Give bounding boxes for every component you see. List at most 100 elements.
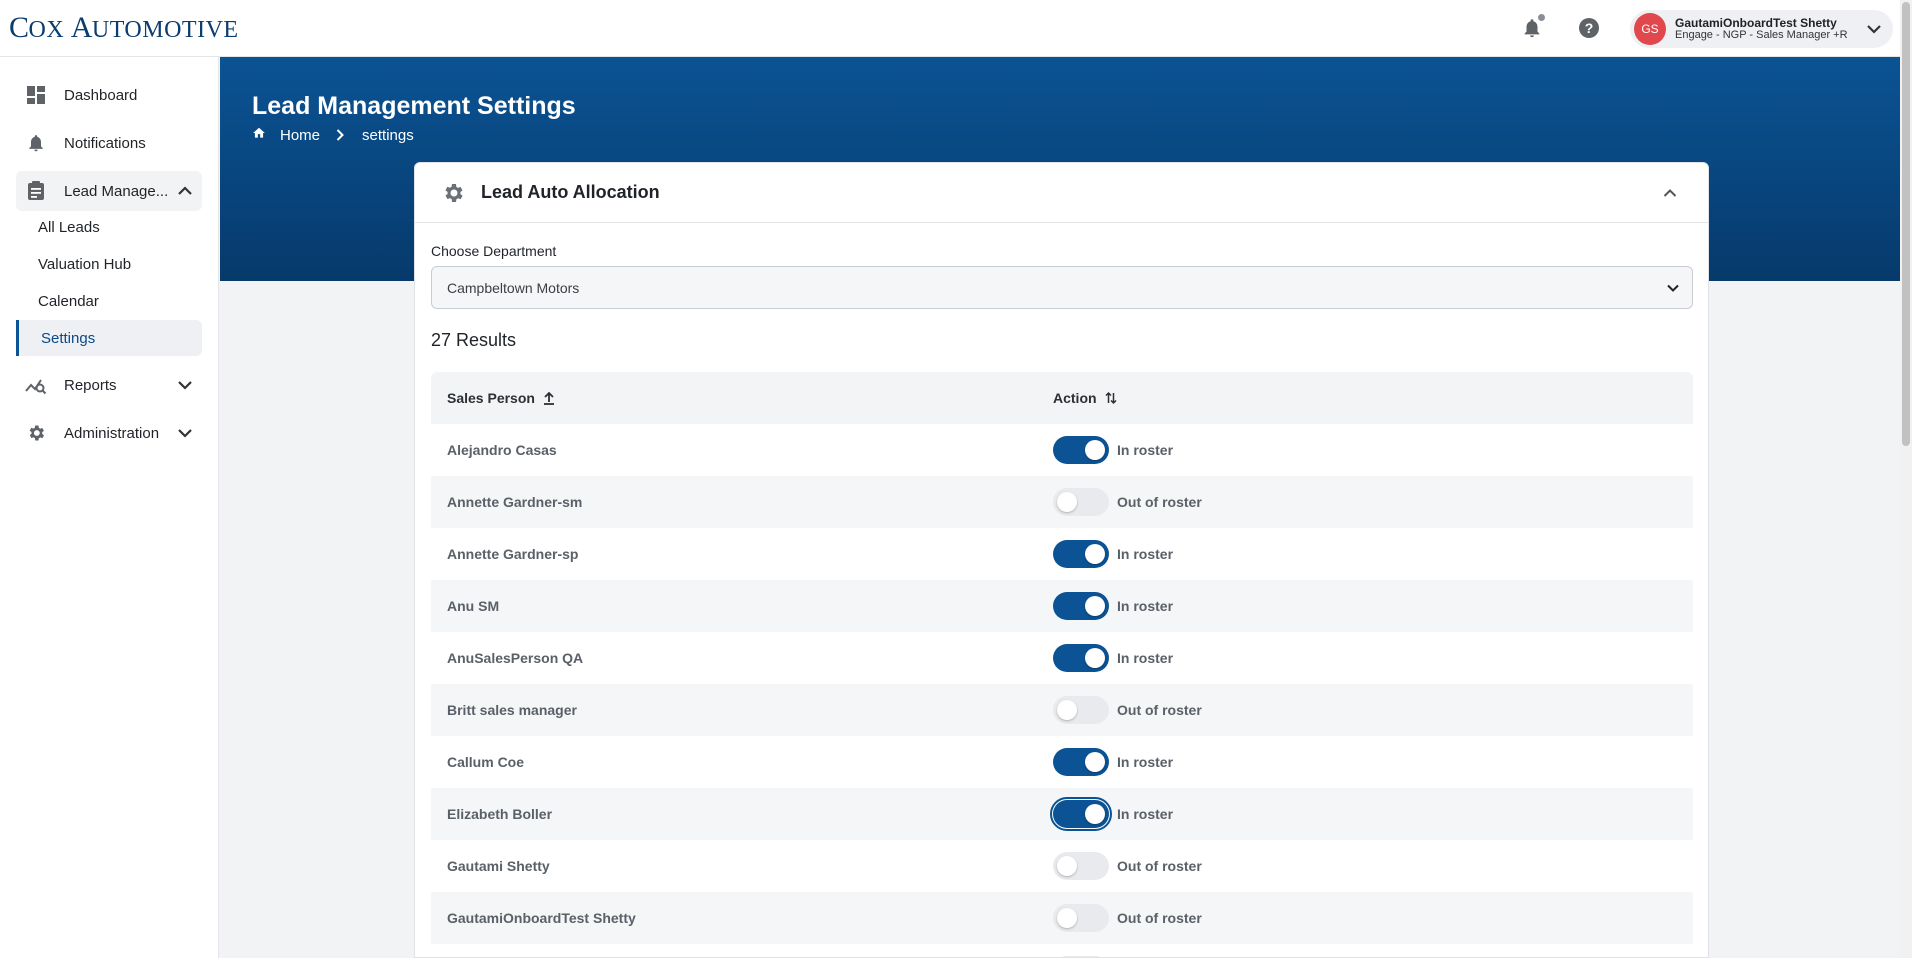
breadcrumb-current: settings: [362, 126, 414, 144]
sidebar-item-notifications[interactable]: Notifications: [16, 123, 202, 163]
sales-person-name: Annette Gardner-sp: [447, 546, 579, 562]
roster-status: Out of roster: [1117, 858, 1202, 874]
table-row: Annette Gardner-sp In roster: [431, 528, 1693, 580]
table-row: Elizabeth Boller In roster: [431, 788, 1693, 840]
roster-status: In roster: [1117, 598, 1174, 614]
gear-icon: [24, 421, 48, 445]
roster-action: In roster: [1053, 540, 1173, 568]
roster-status: Out of roster: [1117, 910, 1202, 926]
toggle-knob: [1085, 804, 1105, 824]
roster-action: Out of roster: [1053, 488, 1202, 516]
notification-dot: [1538, 14, 1545, 21]
lead-auto-allocation-card: Lead Auto Allocation Choose Department C…: [414, 162, 1709, 958]
clipboard-icon: [24, 179, 48, 203]
page-title: Lead Management Settings: [252, 92, 576, 120]
sidebar-item-reports[interactable]: Reports: [16, 365, 202, 405]
sales-person-name: Britt sales manager: [447, 702, 577, 718]
roster-toggle[interactable]: [1053, 488, 1109, 516]
sidebar-subitem-valuation-hub[interactable]: Valuation Hub: [16, 246, 202, 282]
table-row: AnuSalesPerson QA In roster: [431, 632, 1693, 684]
roster-status: In roster: [1117, 442, 1174, 458]
column-header-sales-person[interactable]: Sales Person: [431, 390, 1053, 406]
cox-automotive-logo[interactable]: COX AUTOMOTIVE: [9, 12, 239, 46]
notifications-bell-icon[interactable]: [1517, 13, 1547, 43]
salesperson-table: Sales Person Action Alejandro Casas In ro…: [431, 372, 1693, 957]
roster-action: In roster: [1053, 436, 1173, 464]
toggle-knob: [1057, 700, 1077, 720]
roster-status: In roster: [1117, 650, 1174, 666]
sales-person-name: GautamiOnboardTest Shetty: [447, 910, 636, 926]
sidebar-subitem-settings[interactable]: Settings: [16, 320, 202, 356]
roster-action: Out of roster: [1053, 904, 1202, 932]
roster-action: In roster: [1053, 592, 1173, 620]
sidebar-item-label: Lead Manage...: [64, 182, 169, 200]
column-header-action[interactable]: Action: [1053, 390, 1117, 406]
toggle-knob: [1085, 648, 1105, 668]
roster-toggle[interactable]: [1053, 592, 1109, 620]
page-scrollbar[interactable]: [1900, 0, 1912, 958]
help-icon[interactable]: ?: [1574, 13, 1604, 43]
breadcrumb-home[interactable]: Home: [280, 127, 320, 144]
sidebar-subitem-all-leads[interactable]: All Leads: [16, 209, 202, 245]
chevron-up-icon[interactable]: [1658, 181, 1682, 205]
roster-action: In roster: [1053, 644, 1173, 672]
table-row: [431, 944, 1693, 957]
table-header: Sales Person Action: [431, 372, 1693, 424]
sidebar-item-administration[interactable]: Administration: [16, 413, 202, 453]
chevron-down-icon: [178, 377, 192, 394]
sidebar-subitem-calendar[interactable]: Calendar: [16, 283, 202, 319]
table-row: Annette Gardner-sm Out of roster: [431, 476, 1693, 528]
roster-toggle[interactable]: [1050, 797, 1112, 831]
roster-toggle[interactable]: [1053, 904, 1109, 932]
reports-icon: [24, 373, 48, 397]
scrollbar-thumb[interactable]: [1902, 2, 1910, 446]
user-name: GautamiOnboardTest Shetty: [1675, 17, 1837, 30]
sales-person-name: Alejandro Casas: [447, 442, 557, 458]
roster-toggle[interactable]: [1053, 748, 1109, 776]
toggle-knob: [1085, 544, 1105, 564]
roster-status: In roster: [1117, 546, 1174, 562]
toggle-knob: [1085, 596, 1105, 616]
roster-toggle[interactable]: [1053, 540, 1109, 568]
sort-ascending-icon: [543, 391, 555, 405]
sidebar-item-label: Administration: [64, 424, 160, 442]
card-header[interactable]: Lead Auto Allocation: [415, 163, 1708, 223]
table-body: Alejandro Casas In roster Annette Gardner-…: [431, 424, 1693, 957]
sidebar-item-label: Dashboard: [64, 86, 138, 104]
sidebar-item-lead-management[interactable]: Lead Manage...: [16, 171, 202, 211]
department-value: Campbeltown Motors: [447, 279, 580, 296]
roster-toggle[interactable]: [1053, 852, 1109, 880]
table-row: Callum Coe In roster: [431, 736, 1693, 788]
results-count: 27 Results: [431, 330, 517, 350]
sidebar: Dashboard Notifications Lead Manage... A…: [0, 57, 219, 958]
chevron-down-icon: [178, 425, 192, 442]
department-label: Choose Department: [431, 243, 557, 259]
svg-text:?: ?: [1585, 20, 1594, 36]
roster-status: Out of roster: [1117, 494, 1202, 510]
table-row: Alejandro Casas In roster: [431, 424, 1693, 476]
roster-status: Out of roster: [1117, 702, 1202, 718]
sidebar-item-label: Notifications: [64, 134, 146, 152]
roster-toggle[interactable]: [1053, 696, 1109, 724]
user-menu[interactable]: GS GautamiOnboardTest Shetty Engage - NG…: [1630, 10, 1893, 48]
toggle-knob: [1057, 908, 1077, 928]
top-bar: COX AUTOMOTIVE ? GS GautamiOnboardTest S…: [0, 0, 1900, 57]
home-icon[interactable]: [252, 126, 266, 144]
avatar: GS: [1634, 13, 1666, 45]
roster-action: In roster: [1053, 748, 1173, 776]
breadcrumb: Home settings: [252, 126, 414, 144]
dashboard-icon: [24, 83, 48, 107]
toggle-knob: [1085, 440, 1105, 460]
roster-toggle[interactable]: [1053, 436, 1109, 464]
sidebar-item-dashboard[interactable]: Dashboard: [16, 75, 202, 115]
chevron-right-icon: [336, 129, 344, 141]
roster-status: In roster: [1117, 806, 1174, 822]
chevron-up-icon: [178, 183, 192, 200]
sales-person-name: Anu SM: [447, 598, 500, 614]
roster-toggle[interactable]: [1053, 644, 1109, 672]
card-title: Lead Auto Allocation: [481, 182, 660, 202]
roster-action: In roster: [1050, 797, 1174, 831]
bell-icon: [24, 131, 48, 155]
department-select[interactable]: Campbeltown Motors: [431, 266, 1693, 309]
table-row: Gautami Shetty Out of roster: [431, 840, 1693, 892]
